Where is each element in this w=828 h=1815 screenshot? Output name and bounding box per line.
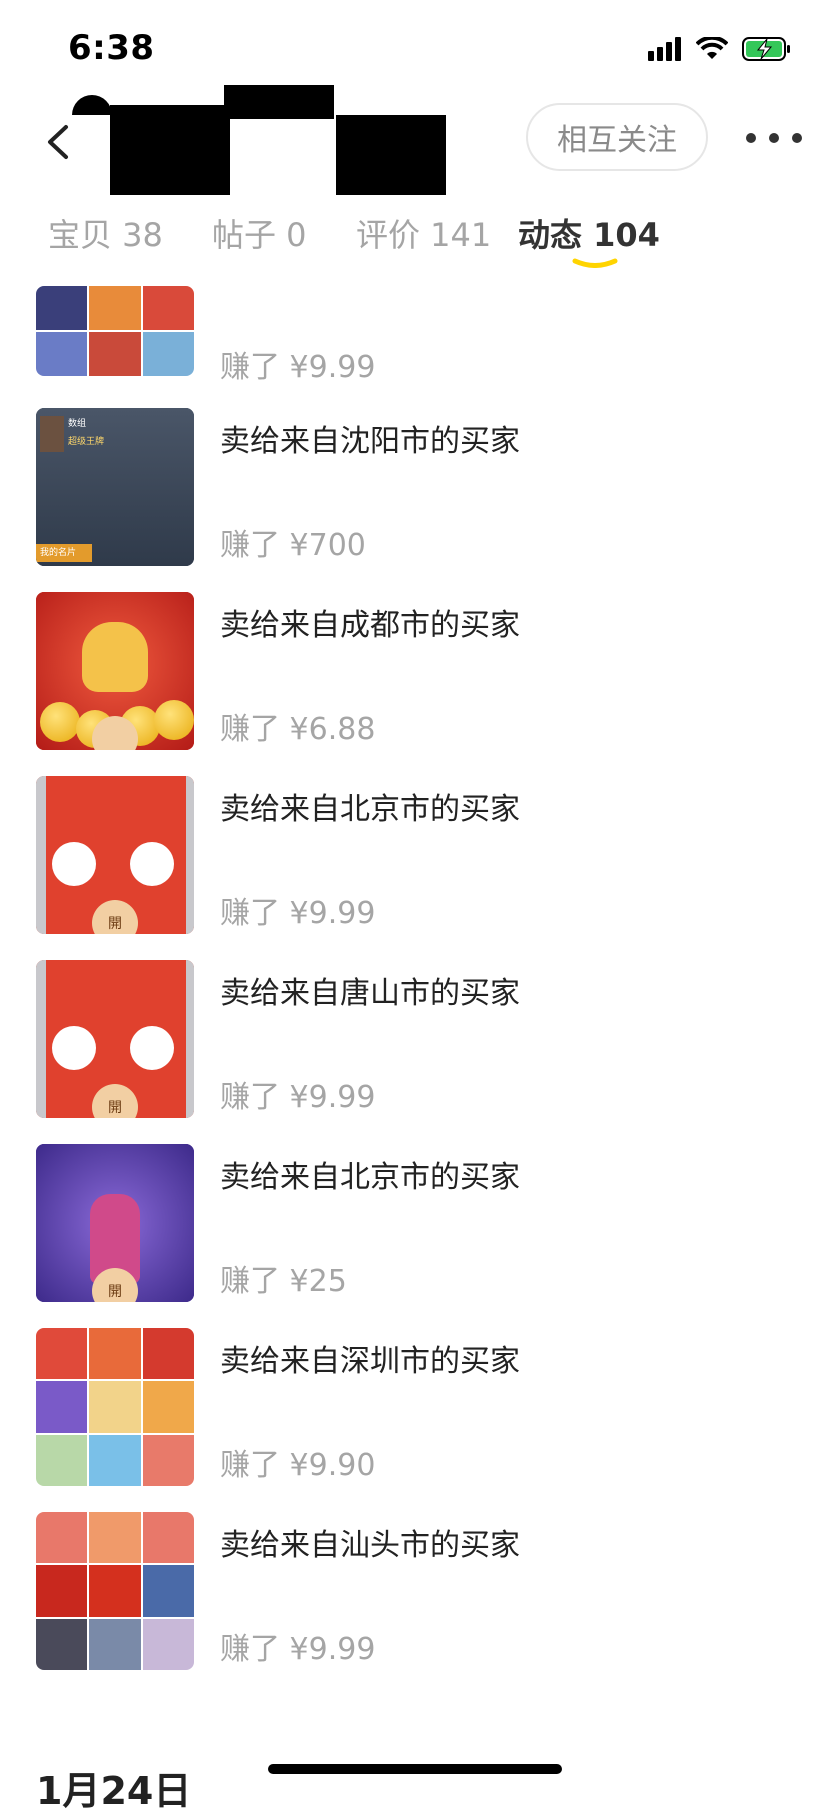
item-title: 卖给来自唐山市的买家 <box>220 976 520 1011</box>
item-earning: 赚了 ¥9.99 <box>220 896 376 931</box>
status-bar: 6:38 <box>0 0 828 100</box>
item-earning: 赚了 ¥9.99 <box>220 350 376 385</box>
tab-bar: 宝贝 38 帖子 0 评价 141 动态 104 <box>0 200 828 280</box>
status-time: 6:38 <box>68 28 155 68</box>
item-earning: 赚了 ¥700 <box>220 528 366 563</box>
item-thumbnail <box>36 1512 194 1670</box>
item-thumbnail <box>36 286 194 376</box>
list-item[interactable]: 開 卖给来自唐山市的买家 赚了 ¥9.99 <box>0 960 828 1124</box>
list-item[interactable]: 卖给来自深圳市的买家 赚了 ¥9.90 <box>0 1328 828 1492</box>
item-title: 卖给来自沈阳市的买家 <box>220 424 520 459</box>
list-item[interactable]: 卖给来自汕头市的买家 赚了 ¥9.99 <box>0 1512 828 1676</box>
item-earning: 赚了 ¥9.99 <box>220 1080 376 1115</box>
item-thumbnail: 開 <box>36 960 194 1118</box>
status-icons <box>648 36 792 62</box>
more-dots-icon <box>746 133 756 143</box>
list-item[interactable]: 数组 超级王牌 我的名片 卖给来自沈阳市的买家 赚了 ¥700 <box>0 408 828 572</box>
mutual-follow-button[interactable]: 相互关注 <box>526 103 708 171</box>
item-title: 卖给来自北京市的买家 <box>220 1160 520 1195</box>
date-section-heading: 1月24日 <box>36 1769 192 1813</box>
home-indicator[interactable] <box>268 1764 562 1774</box>
back-button[interactable] <box>36 117 86 167</box>
active-tab-indicator <box>572 258 618 268</box>
item-title: 卖给来自成都市的买家 <box>220 608 520 643</box>
chevron-left-icon <box>48 125 68 159</box>
item-earning: 赚了 ¥9.99 <box>220 1632 376 1667</box>
wifi-icon <box>696 37 728 59</box>
item-thumbnail: 開 <box>36 776 194 934</box>
signal-icon <box>648 37 681 61</box>
more-button[interactable] <box>746 121 802 155</box>
item-earning: 赚了 ¥25 <box>220 1264 347 1299</box>
item-title: 卖给来自北京市的买家 <box>220 792 520 827</box>
tab-items[interactable]: 宝贝 38 <box>48 210 163 256</box>
item-thumbnail <box>36 1328 194 1486</box>
list-item[interactable]: 開 卖给来自北京市的买家 赚了 ¥9.99 <box>0 776 828 940</box>
item-thumbnail: 数组 超级王牌 我的名片 <box>36 408 194 566</box>
item-earning: 赚了 ¥9.90 <box>220 1448 376 1483</box>
item-title: 卖给来自深圳市的买家 <box>220 1344 520 1379</box>
item-thumbnail: 開 <box>36 1144 194 1302</box>
tab-posts[interactable]: 帖子 0 <box>212 210 307 256</box>
list-item[interactable]: 卖给来自成都市的买家 赚了 ¥6.88 <box>0 592 828 756</box>
item-thumbnail <box>36 592 194 750</box>
header: 相互关注 <box>0 85 828 195</box>
battery-charging-icon <box>742 37 790 61</box>
tab-activity[interactable]: 动态 104 <box>518 210 660 256</box>
item-earning: 赚了 ¥6.88 <box>220 712 376 747</box>
tab-reviews[interactable]: 评价 141 <box>356 210 491 256</box>
item-title: 卖给来自汕头市的买家 <box>220 1528 520 1563</box>
list-item[interactable]: 開 卖给来自北京市的买家 赚了 ¥25 <box>0 1144 828 1308</box>
